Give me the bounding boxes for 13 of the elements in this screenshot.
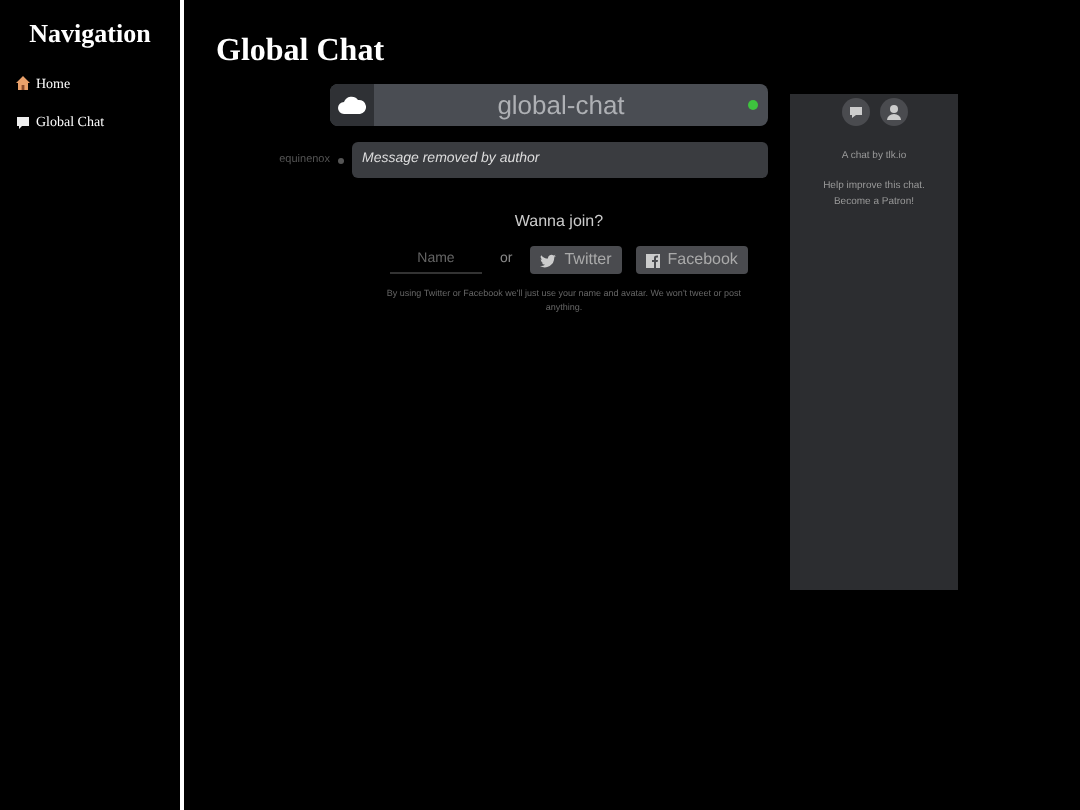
user-icon[interactable] bbox=[879, 98, 907, 126]
login-button[interactable]: Twitter bbox=[530, 246, 622, 274]
house-icon bbox=[16, 76, 30, 91]
cloud-icon bbox=[338, 96, 366, 114]
join-heading: Wanna join? bbox=[512, 210, 606, 234]
bird-icon bbox=[540, 253, 557, 267]
speech-bubble-icon bbox=[16, 115, 30, 130]
chat-bubble-icon[interactable] bbox=[841, 98, 869, 126]
sidebar-title: Navigation bbox=[27, 16, 153, 52]
page-title: Global Chat bbox=[216, 32, 385, 72]
channel-name: global-chat bbox=[495, 88, 627, 124]
f-logo-icon bbox=[645, 253, 660, 267]
login-button[interactable]: Facebook bbox=[635, 246, 748, 274]
